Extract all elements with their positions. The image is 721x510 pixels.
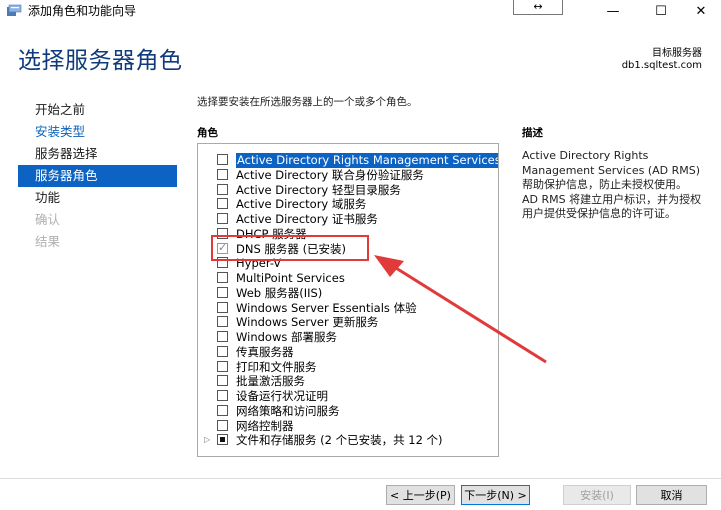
- footer-divider: [0, 478, 721, 479]
- previous-button[interactable]: < 上一步(P): [386, 485, 455, 505]
- install-button: 安装(I): [563, 485, 631, 505]
- cancel-button[interactable]: 取消: [636, 485, 707, 505]
- next-button[interactable]: 下一步(N) >: [461, 485, 530, 505]
- annotation-arrow-icon: [374, 255, 547, 364]
